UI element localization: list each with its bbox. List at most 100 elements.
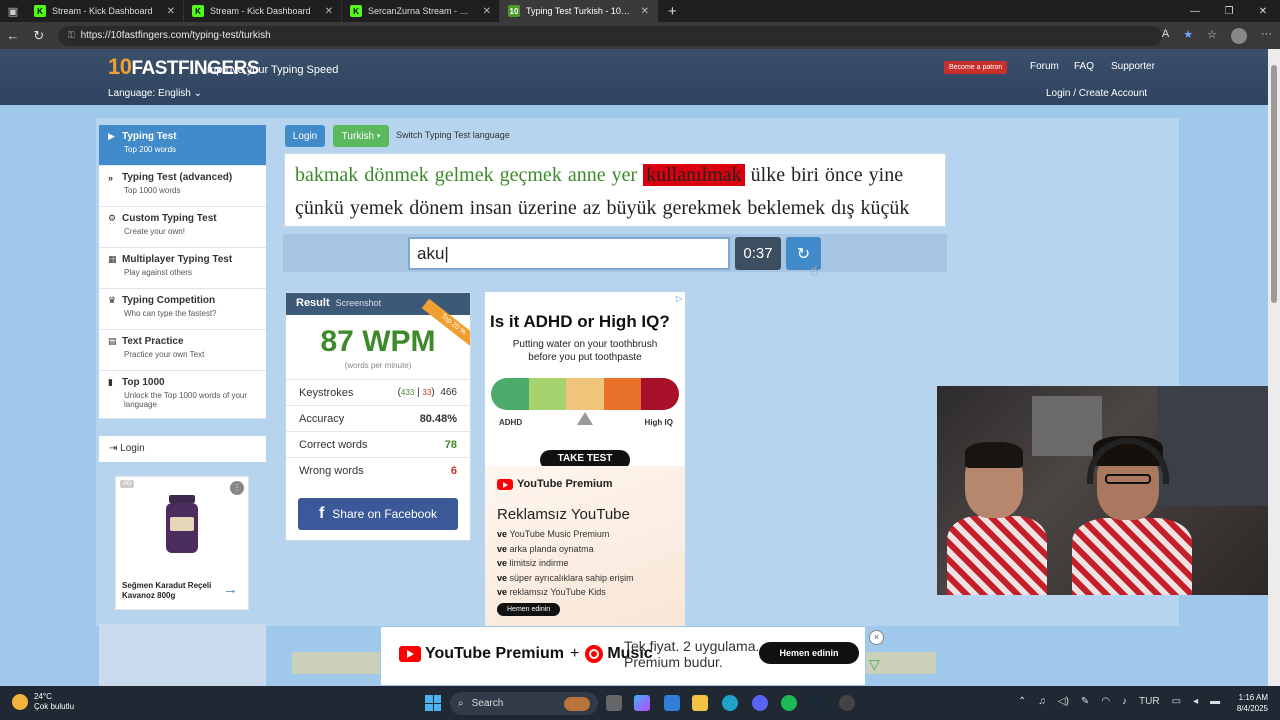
page-scrollbar[interactable] [1268, 49, 1280, 686]
file-explorer-icon[interactable] [692, 695, 708, 711]
microphone-icon[interactable]: ♪ [1122, 696, 1127, 707]
new-tab-button[interactable]: + [658, 3, 687, 20]
nav-supporter-link[interactable]: Supporter [1111, 61, 1155, 72]
adchoices-icon[interactable]: ▷ [676, 294, 682, 303]
profile-avatar[interactable] [1231, 27, 1247, 44]
url-input[interactable]: ⚿ https://10fastfingers.com/typing-test/… [57, 25, 1162, 46]
mouse-pointer-icon: ☝ [810, 262, 819, 278]
copilot-icon[interactable] [634, 695, 650, 711]
weather-icon [12, 694, 28, 710]
typing-input[interactable]: aku| [408, 237, 730, 270]
sidebar-login-link[interactable]: ⇥ Login [99, 436, 266, 462]
collections-icon[interactable]: ☆ [1207, 28, 1217, 44]
ad-provider-icon[interactable]: ▽ [869, 656, 880, 673]
site-tagline: Improve your Typing Speed [204, 64, 339, 76]
speaker-icon[interactable]: ◂ [1193, 696, 1198, 707]
edge-icon[interactable] [722, 695, 738, 711]
word: çünkü [295, 197, 344, 219]
ba-cta-button[interactable]: Hemen edinin [759, 642, 859, 664]
refresh-icon[interactable]: ↻ [26, 28, 52, 44]
adhd-ad[interactable]: ▷ Is it ADHD or High IQ? Putting water o… [485, 292, 685, 466]
ytp-feature-text: limitsiz indirme [509, 558, 569, 568]
weather-temp: 24°C [34, 692, 52, 701]
steam-icon[interactable] [809, 695, 825, 711]
restore-icon[interactable]: ❐ [1212, 6, 1246, 17]
share-facebook-button[interactable]: f Share on Facebook [298, 498, 458, 530]
close-ad-icon[interactable]: × [869, 630, 884, 645]
ytp-feature-prefix: ve [497, 529, 510, 539]
site-info-icon[interactable]: ⚿ [68, 30, 75, 41]
login-button[interactable]: Login [285, 125, 325, 147]
become-patron-button[interactable]: Become a patron [944, 61, 1008, 74]
browser-tab[interactable]: K Stream - Kick Dashboard ✕ [184, 0, 342, 22]
youtube-premium-ad[interactable]: YouTube Premium Reklamsız YouTube ve You… [485, 466, 685, 626]
close-tab-icon[interactable]: ✕ [483, 6, 491, 17]
sidebar-item-competition[interactable]: ♛ Typing Competition Who can type the fas… [99, 289, 266, 330]
browser-tab[interactable]: K SercanZurna Stream - Watch Live ✕ [342, 0, 500, 22]
wifi-icon[interactable]: ◠ [1101, 696, 1110, 707]
more-menu-icon[interactable]: ··· [1261, 28, 1272, 44]
back-icon[interactable]: ← [0, 28, 26, 43]
glasses [1105, 474, 1151, 484]
window-controls: — ❐ ✕ [1178, 6, 1280, 17]
sidebar-item-multiplayer[interactable]: ▦ Multiplayer Typing Test Play against ot… [99, 248, 266, 289]
ba-line: Tek fiyat. 2 uygulama. [624, 638, 760, 654]
sidebar-item-label: Top 1000 [122, 377, 165, 388]
close-window-icon[interactable]: ✕ [1246, 6, 1280, 17]
chevron-down-icon: ⌄ [193, 88, 203, 99]
sidebar-item-top-1000[interactable]: ▮ Top 1000 Unlock the Top 1000 words of y… [99, 371, 266, 419]
sidebar-item-custom-typing-test[interactable]: ⚙ Custom Typing Test Create your own! [99, 207, 266, 248]
ad-subtext-line: before you put toothpaste [528, 352, 642, 363]
sidebar-item-label: Multiplayer Typing Test [122, 254, 233, 265]
grid-icon: ▦ [108, 254, 117, 264]
windows-start-icon[interactable] [425, 695, 441, 711]
nav-forum-link[interactable]: Forum [1030, 61, 1059, 72]
sidebar-item-typing-test-advanced[interactable]: » Typing Test (advanced) Top 1000 words [99, 166, 266, 207]
chevron-up-icon[interactable]: ⌃ [1018, 696, 1026, 707]
scrollbar-thumb[interactable] [1271, 65, 1277, 303]
close-tab-icon[interactable]: ✕ [325, 6, 333, 17]
browser-tab-active[interactable]: 10 Typing Test Turkish - 10FastFinge ✕ [500, 0, 658, 22]
discord-icon[interactable] [752, 695, 768, 711]
sidebar-item-text-practice[interactable]: ▤ Text Practice Practice your own Text [99, 330, 266, 371]
read-aloud-icon[interactable]: A [1162, 28, 1169, 44]
browser-tab[interactable]: K Stream - Kick Dashboard ✕ [26, 0, 184, 22]
system-tray: ⌃ ♫ ◁) ✎ ◠ ♪ TUR ▭ ◂ ▬ [1018, 696, 1220, 707]
nav-faq-link[interactable]: FAQ [1074, 61, 1094, 72]
volume-icon[interactable]: ◁) [1058, 696, 1069, 707]
battery-icon[interactable]: ▬ [1210, 696, 1220, 707]
taskbar-search[interactable]: ⌕ Search [450, 692, 598, 715]
language-dropdown[interactable]: Language: English ⌄ [108, 88, 202, 99]
headset-icon[interactable]: ♫ [1038, 696, 1046, 707]
sidebar-item-typing-test[interactable]: ▶ Typing Test Top 200 words [99, 125, 266, 166]
favorite-star-icon[interactable]: ★ [1183, 28, 1193, 44]
login-create-account-link[interactable]: Login / Create Account [1046, 88, 1147, 99]
gauge-left-label: ADHD [499, 418, 523, 427]
input-language[interactable]: TUR [1139, 696, 1160, 707]
weather-widget[interactable]: 24°C Çok bulutlu [12, 692, 74, 712]
language-select-button[interactable]: Turkish ▾ [333, 125, 389, 147]
store-icon[interactable] [664, 695, 680, 711]
close-tab-icon[interactable]: ✕ [167, 6, 175, 17]
arrow-right-icon[interactable]: → [223, 581, 238, 598]
take-test-button[interactable]: TAKE TEST [540, 450, 630, 466]
screenshot-link[interactable]: Screenshot [336, 298, 382, 308]
app-icon[interactable] [839, 695, 855, 711]
window-menu-icon[interactable]: ▣ [0, 0, 26, 22]
spotify-icon[interactable] [781, 695, 797, 711]
task-view-icon[interactable] [606, 695, 622, 711]
kick-favicon-icon: K [350, 5, 362, 17]
ytp-cta-button[interactable]: Hemen edinin [497, 603, 561, 616]
logo-ten: 10 [108, 54, 132, 79]
ad-options-icon[interactable]: ⋮ [230, 481, 244, 495]
network-icon[interactable]: ▭ [1172, 696, 1181, 707]
correct-words-label: Correct words [299, 438, 368, 451]
system-clock[interactable]: 1:16 AM 8/4/2025 [1228, 692, 1268, 714]
bottom-banner-ad[interactable]: YouTube Premium + Music Tek fiyat. 2 uyg… [381, 627, 865, 685]
gauge-segment [528, 378, 567, 410]
pen-icon[interactable]: ✎ [1081, 696, 1089, 707]
bar-chart-icon: ▮ [108, 377, 113, 387]
sidebar-ad[interactable]: AD ⋮ Seğmen Karadut Reçeli Kavanoz 800g … [115, 476, 249, 610]
minimize-icon[interactable]: — [1178, 6, 1212, 17]
close-tab-icon[interactable]: ✕ [641, 6, 649, 17]
